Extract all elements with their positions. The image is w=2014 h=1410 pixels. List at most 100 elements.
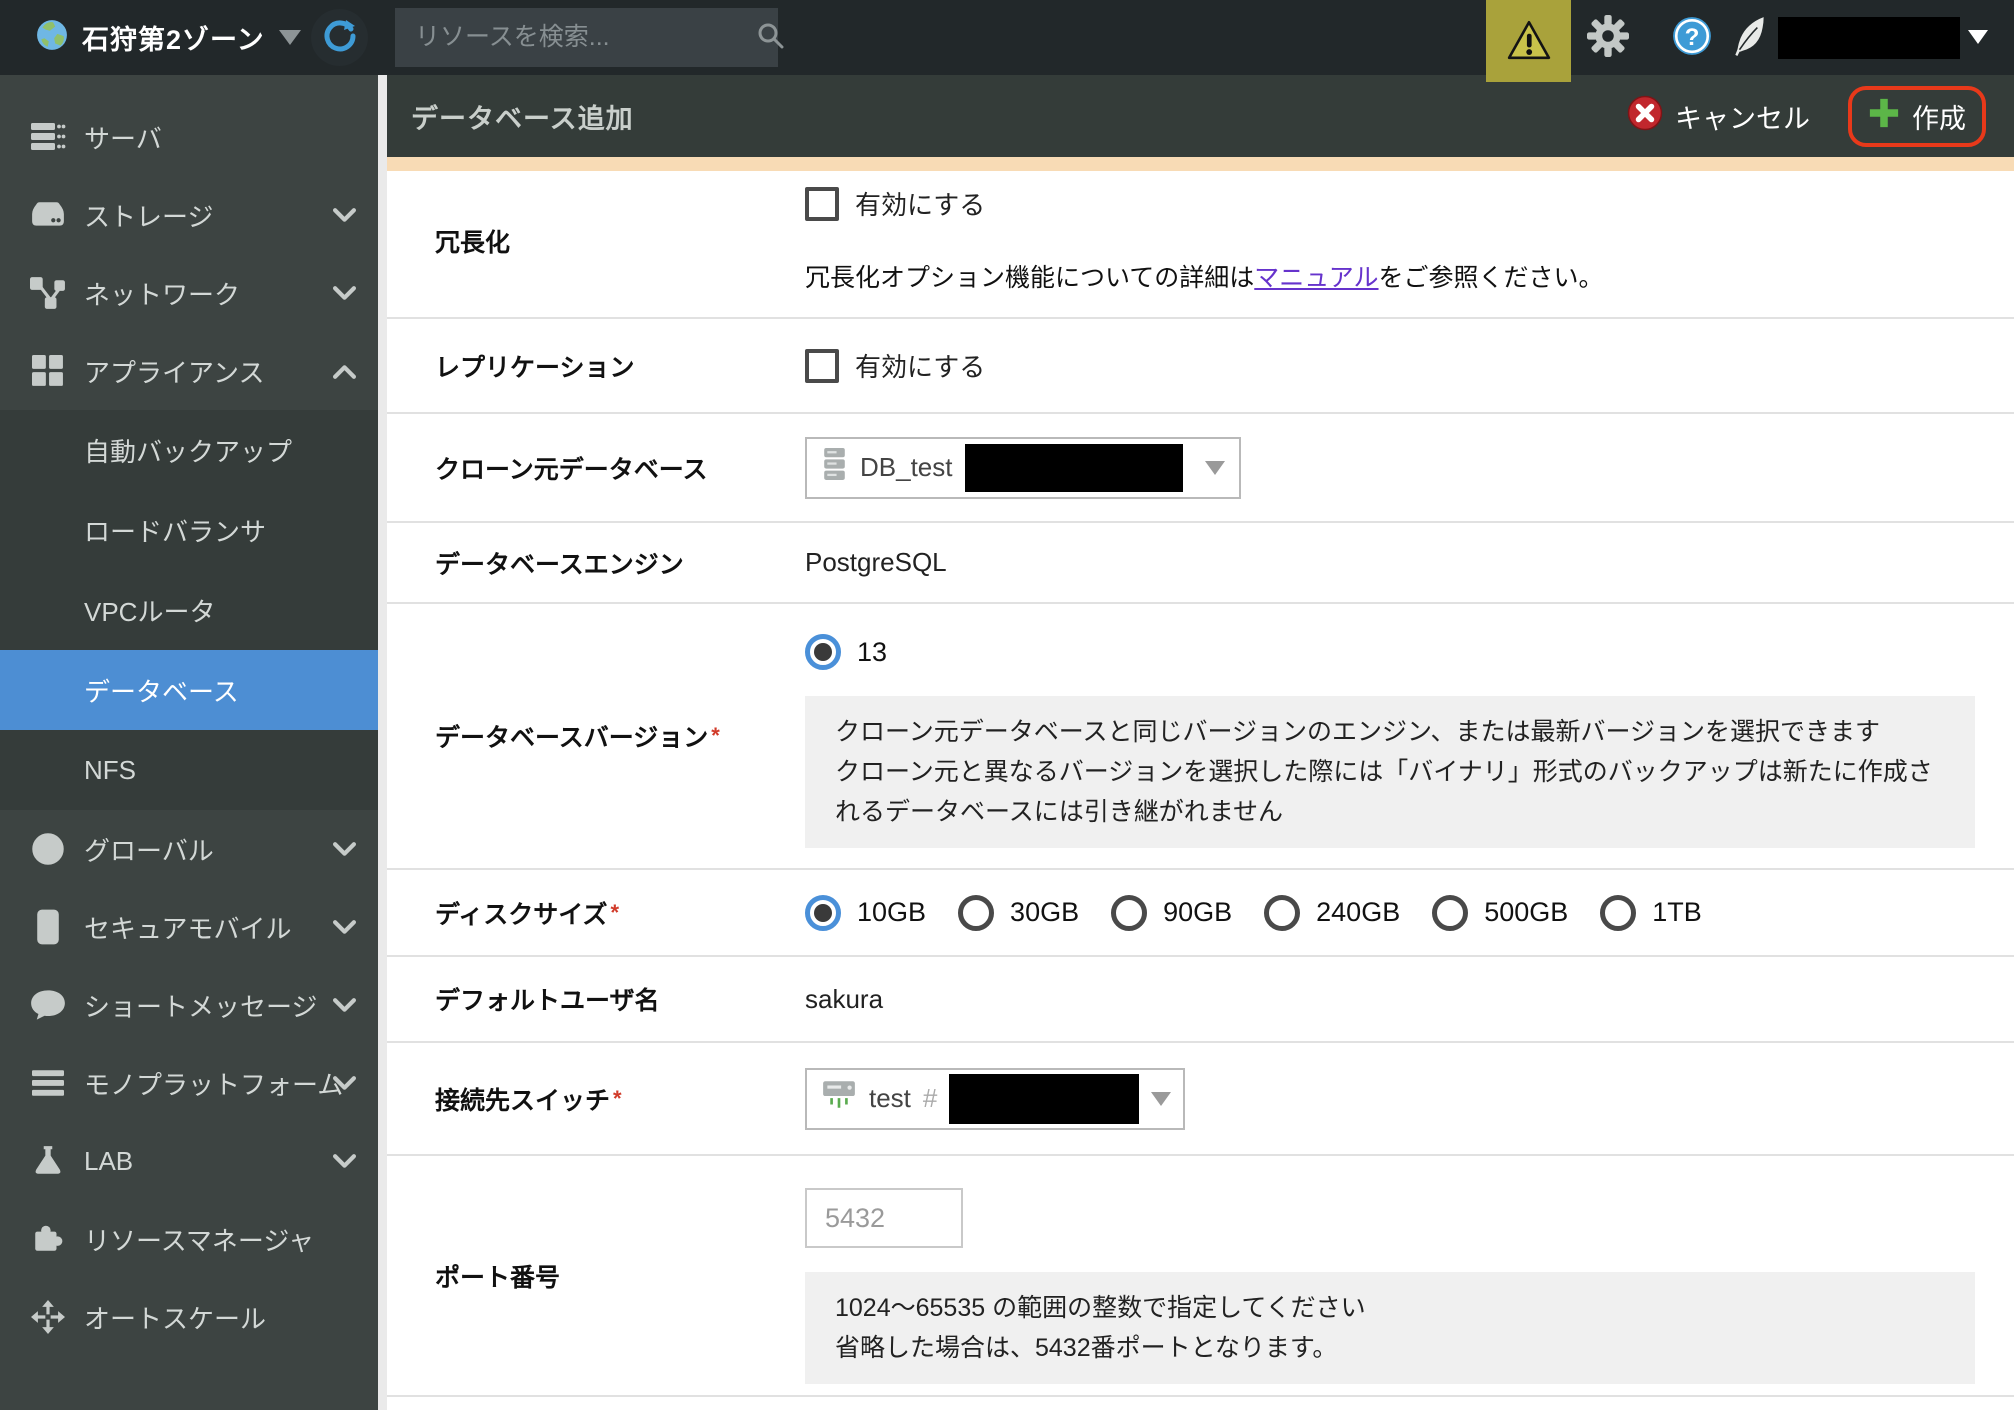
sidebar-item-short-message[interactable]: ショートメッセージ: [0, 966, 378, 1044]
disk-radio-30gb[interactable]: 30GB: [958, 895, 1079, 931]
sidebar-item-global[interactable]: グローバル: [0, 810, 378, 888]
sidebar-item-label: オートスケール: [84, 1299, 266, 1336]
radio-icon[interactable]: [1111, 895, 1147, 931]
sidebar-item-label: ネットワーク: [84, 275, 240, 312]
radio-icon[interactable]: [1600, 895, 1636, 931]
sidebar-item-label: ショートメッセージ: [84, 987, 317, 1024]
clone-source-select[interactable]: DB_test: [805, 437, 1241, 499]
account-chevron-icon[interactable]: [1968, 30, 1988, 44]
sidebar-item-label: リソースマネージャ: [84, 1221, 314, 1258]
disk-radio-90gb[interactable]: 90GB: [1111, 895, 1232, 931]
cancel-label: キャンセル: [1675, 97, 1810, 136]
disk-radio-1tb[interactable]: 1TB: [1600, 895, 1702, 931]
radio-selected-icon[interactable]: [805, 634, 841, 670]
chevron-down-icon: [333, 286, 356, 301]
warning-button[interactable]: [1486, 0, 1571, 82]
sidebar-item-label: VPCルータ: [84, 592, 215, 629]
sidebar-item-nfs[interactable]: NFS: [0, 730, 378, 810]
cancel-button[interactable]: キャンセル: [1627, 95, 1810, 138]
sidebar-item-vpc-router[interactable]: VPCルータ: [0, 570, 378, 650]
search-input[interactable]: [395, 23, 757, 52]
page-header: データベース追加 キャンセル 作成: [387, 75, 2014, 157]
sidebar-item-database[interactable]: データベース: [0, 650, 378, 730]
disk-size-options: 10GB 30GB 90GB 240GB 500GB 1TB: [805, 895, 1702, 931]
sidebar-item-label: ストレージ: [84, 197, 213, 234]
field-label: データベースエンジン: [435, 523, 805, 602]
redundancy-note: 冗長化オプション機能についての詳細はマニュアルをご参照ください。: [805, 258, 1604, 294]
switch-select[interactable]: test #: [805, 1068, 1185, 1130]
accent-strip: [387, 157, 2014, 171]
default-user-value: sakura: [805, 984, 883, 1015]
required-mark: *: [613, 1086, 622, 1112]
required-mark: *: [611, 900, 620, 926]
redundancy-enable-checkbox[interactable]: 有効にする: [805, 185, 985, 222]
puzzle-icon: [30, 1221, 66, 1257]
refresh-button[interactable]: [311, 9, 368, 66]
version-radio-13[interactable]: 13: [805, 634, 887, 670]
sidebar-item-label: ロードバランサ: [84, 512, 266, 549]
selected-switch-name: test: [869, 1083, 911, 1114]
create-button[interactable]: 作成: [1868, 97, 1966, 136]
sidebar-item-server[interactable]: サーバ: [0, 98, 378, 176]
port-number-input[interactable]: [805, 1188, 963, 1248]
gear-icon: [1587, 15, 1629, 60]
sidebar-item-lab[interactable]: LAB: [0, 1122, 378, 1200]
checkbox-icon[interactable]: [805, 349, 839, 383]
appliance-submenu: 自動バックアップ ロードバランサ VPCルータ データベース NFS: [0, 410, 378, 810]
warning-icon: [1506, 19, 1552, 64]
disk-radio-240gb[interactable]: 240GB: [1264, 895, 1400, 931]
zone-selector[interactable]: 石狩第2ゾーン: [36, 0, 301, 75]
sidebar-item-storage[interactable]: ストレージ: [0, 176, 378, 254]
replication-enable-checkbox[interactable]: 有効にする: [805, 347, 985, 384]
form-row-version: データベースバージョン* 13 クローン元データベースと同じバージョンのエンジン…: [387, 604, 2014, 870]
disk-radio-500gb[interactable]: 500GB: [1432, 895, 1568, 931]
manual-link[interactable]: マニュアル: [1254, 264, 1378, 292]
account-name-redacted[interactable]: [1778, 17, 1960, 59]
field-label: デフォルトユーザ名: [435, 957, 805, 1041]
checkbox-label: 有効にする: [855, 347, 985, 384]
sidebar-item-secure-mobile[interactable]: セキュアモバイル: [0, 888, 378, 966]
sidebar-item-network[interactable]: ネットワーク: [0, 254, 378, 332]
chevron-down-icon: [279, 30, 301, 45]
version-info-line: クローン元データベースと同じバージョンのエンジン、または最新バージョンを選択でき…: [835, 712, 1945, 752]
database-icon: [821, 447, 848, 489]
disk-radio-10gb[interactable]: 10GB: [805, 895, 926, 931]
checkbox-icon[interactable]: [805, 187, 839, 221]
required-mark: *: [711, 723, 720, 749]
checkbox-label: 有効にする: [855, 185, 985, 222]
sidebar-item-mono-platform[interactable]: モノプラットフォーム: [0, 1044, 378, 1122]
radio-icon[interactable]: [1264, 895, 1300, 931]
field-label: データベースバージョン*: [435, 604, 805, 868]
field-label: クローン元データベース: [435, 414, 805, 521]
switch-icon: [821, 1079, 857, 1118]
field-label: レプリケーション: [435, 319, 805, 412]
sidebar-gutter: [378, 75, 387, 1410]
form-row-default-user: デフォルトユーザ名 sakura: [387, 957, 2014, 1043]
radio-selected-icon[interactable]: [805, 895, 841, 931]
feedback-button[interactable]: [1726, 0, 1774, 75]
sidebar-item-label: NFS: [84, 755, 136, 786]
sidebar-item-auto-backup[interactable]: 自動バックアップ: [0, 410, 378, 490]
sidebar: サーバ ストレージ ネットワーク アプライアンス 自動バックアップ ロードバラン…: [0, 75, 378, 1410]
help-icon: ?: [1671, 15, 1713, 60]
settings-button[interactable]: [1580, 0, 1636, 75]
search-box: [395, 8, 778, 67]
radio-icon[interactable]: [958, 895, 994, 931]
flask-icon: [30, 1143, 66, 1179]
form-row-engine: データベースエンジン PostgreSQL: [387, 523, 2014, 604]
sidebar-item-resource-manager[interactable]: リソースマネージャ: [0, 1200, 378, 1278]
sidebar-item-label: セキュアモバイル: [84, 909, 291, 946]
sidebar-item-appliance[interactable]: アプライアンス: [0, 332, 378, 410]
sidebar-item-label: 自動バックアップ: [84, 432, 292, 469]
sidebar-item-label: サーバ: [84, 119, 162, 156]
search-icon: [757, 22, 784, 54]
version-option-label: 13: [857, 637, 887, 668]
form-row-clone-source: クローン元データベース DB_test: [387, 414, 2014, 523]
form-row-disk-size: ディスクサイズ* 10GB 30GB 90GB 240GB 500GB 1TB: [387, 870, 2014, 957]
feather-icon: [1732, 15, 1768, 60]
sidebar-item-load-balancer[interactable]: ロードバランサ: [0, 490, 378, 570]
help-button[interactable]: ?: [1664, 0, 1720, 75]
form-row-replication: レプリケーション 有効にする: [387, 319, 2014, 414]
radio-icon[interactable]: [1432, 895, 1468, 931]
sidebar-item-autoscale[interactable]: オートスケール: [0, 1278, 378, 1356]
